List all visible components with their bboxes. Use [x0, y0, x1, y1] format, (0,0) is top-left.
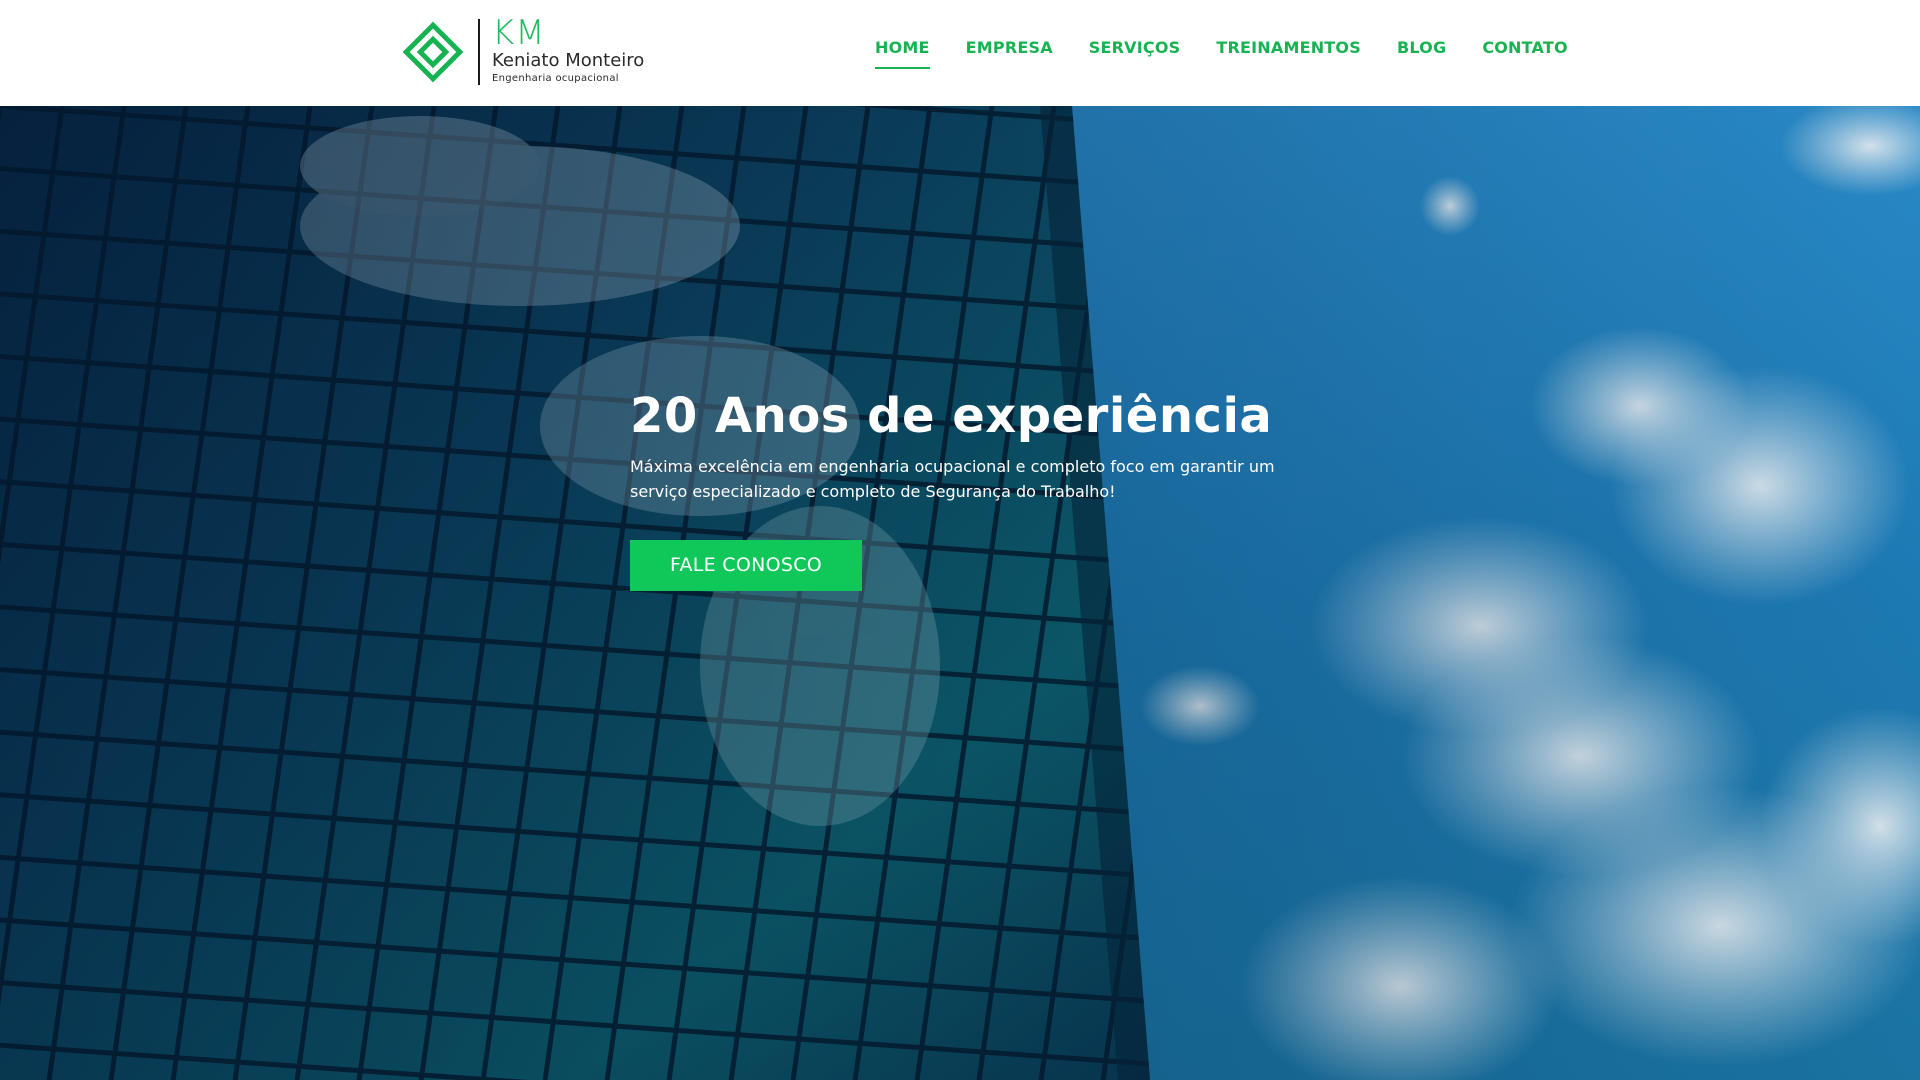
- site-logo[interactable]: KM Keniato Monteiro Engenharia ocupacion…: [400, 16, 660, 88]
- hero-content: 20 Anos de experiência Máxima excelência…: [630, 388, 1330, 591]
- nav-item-blog[interactable]: BLOG: [1397, 38, 1446, 69]
- hero-title: 20 Anos de experiência: [630, 388, 1273, 444]
- nav-item-home[interactable]: HOME: [875, 38, 930, 69]
- logo-company-name: Keniato Monteiro: [492, 50, 645, 71]
- hero-description: Máxima excelência em engenharia ocupacio…: [630, 456, 1275, 501]
- hero-overlay: [0, 106, 1920, 1080]
- logo-tagline: Engenharia ocupacional: [492, 73, 619, 84]
- nav-item-treinamentos[interactable]: TREINAMENTOS: [1216, 38, 1361, 69]
- main-nav: HOME EMPRESA SERVIÇOS TREINAMENTOS BLOG …: [875, 38, 1568, 69]
- nav-item-contato[interactable]: CONTATO: [1482, 38, 1567, 69]
- site-header: KM Keniato Monteiro Engenharia ocupacion…: [0, 0, 1920, 106]
- logo-divider: [478, 19, 480, 85]
- hero-section: 20 Anos de experiência Máxima excelência…: [0, 106, 1920, 1080]
- nav-item-empresa[interactable]: EMPRESA: [966, 38, 1053, 69]
- logo-text: KM Keniato Monteiro Engenharia ocupacion…: [492, 16, 645, 84]
- contact-cta-button[interactable]: FALE CONOSCO: [630, 539, 862, 591]
- logo-initials: KM: [492, 13, 546, 53]
- diamond-logo-icon: [402, 21, 464, 83]
- nav-item-servicos[interactable]: SERVIÇOS: [1089, 38, 1181, 69]
